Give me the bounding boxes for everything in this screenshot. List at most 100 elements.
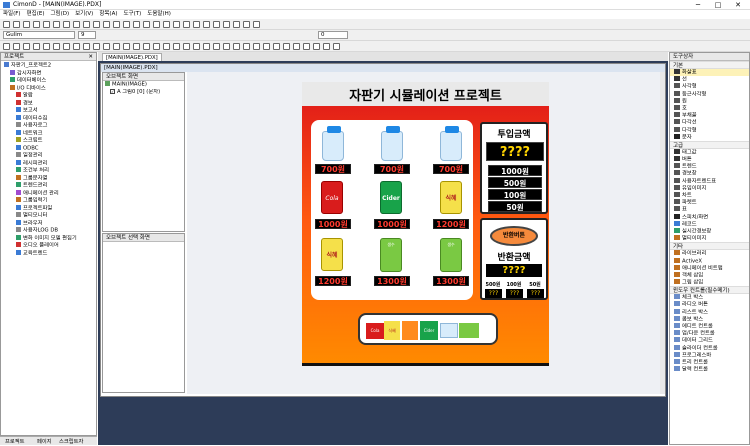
maximize-button[interactable]: □	[708, 0, 728, 10]
project-tree-item[interactable]: 데이터수집	[4, 114, 96, 123]
tool-item[interactable]: 경보창	[670, 170, 749, 177]
section-window-controls[interactable]: 윈도우 컨트롤(필수메기)	[670, 286, 749, 295]
toolbar-button-icon[interactable]	[303, 43, 310, 50]
tool-item[interactable]: 버튼	[670, 156, 749, 163]
toolbar-button-icon[interactable]	[253, 43, 260, 50]
toolbar-button-icon[interactable]	[143, 21, 150, 28]
toolbar-button-icon[interactable]	[73, 21, 80, 28]
toolbar-button-icon[interactable]	[113, 21, 120, 28]
toolbar-button-icon[interactable]	[133, 43, 140, 50]
menu-view[interactable]: 보기(V)	[75, 10, 93, 19]
price-label[interactable]: 1200원	[315, 276, 351, 286]
tool-item[interactable]: 다각선	[670, 119, 749, 126]
doc-tab[interactable]: [MAIN(IMAGE).PDX]	[102, 53, 162, 61]
tool-item[interactable]: 호	[670, 104, 749, 112]
toolbar-button-icon[interactable]	[153, 21, 160, 28]
tool-item[interactable]: 사각형	[670, 83, 749, 90]
toolbar-button-icon[interactable]	[253, 21, 260, 28]
toolbar-button-icon[interactable]	[33, 21, 40, 28]
project-tree-item[interactable]: 자판기_프로젝트2	[4, 62, 96, 70]
toolbar-button-icon[interactable]	[223, 43, 230, 50]
toolbar-button-icon[interactable]	[63, 43, 70, 50]
tool-item[interactable]: 트리 컨트롤	[670, 358, 749, 366]
tool-item[interactable]: 원	[670, 97, 749, 105]
toolbar-button-icon[interactable]	[203, 43, 210, 50]
tool-item[interactable]: 선	[670, 76, 749, 83]
project-tree-item[interactable]: 오디오 플레이어	[4, 242, 96, 250]
tool-item[interactable]: 화살표	[670, 69, 749, 77]
tool-item[interactable]: 업/다운 컨트롤	[670, 330, 749, 337]
price-label[interactable]: 1000원	[315, 219, 351, 229]
project-tree-item[interactable]: 트렌드관리	[4, 182, 96, 190]
toolbar-button-icon[interactable]	[13, 43, 20, 50]
tool-item[interactable]: 유입이미지	[670, 184, 749, 192]
toolbar-button-icon[interactable]	[213, 43, 220, 50]
tool-item[interactable]: 태그값	[670, 148, 749, 156]
toolbar-button-icon[interactable]	[223, 21, 230, 28]
check-icon[interactable]: ✓	[110, 89, 115, 94]
tool-item[interactable]: 파렛트	[670, 199, 749, 206]
project-tree-item[interactable]: 멀티모니터	[4, 212, 96, 220]
project-tree-item[interactable]: 조건부 처리	[4, 167, 96, 175]
tool-item[interactable]: 콤보 박스	[670, 315, 749, 323]
project-tree-item[interactable]: 그룹입력기	[4, 197, 96, 205]
toolbar-button-icon[interactable]	[53, 43, 60, 50]
toolbar-button-icon[interactable]	[213, 21, 220, 28]
toolbar-button-icon[interactable]	[43, 43, 50, 50]
object-list-item[interactable]: ✓ A 그림0 [0] (문자)	[105, 89, 184, 97]
toolbar-button-icon[interactable]	[183, 43, 190, 50]
tool-item[interactable]: 사용자트렌드표	[670, 177, 749, 185]
tool-item[interactable]: 스피치/화면	[670, 213, 749, 221]
tool-item[interactable]: 문자	[670, 133, 749, 141]
toolbar-button-icon[interactable]	[333, 43, 340, 50]
toolbar-button-icon[interactable]	[103, 21, 110, 28]
project-tree-item[interactable]: 브라우저	[4, 219, 96, 228]
project-tree-item[interactable]: 교육트렌드	[4, 249, 96, 258]
project-tree-item[interactable]: 그룹문자열	[4, 174, 96, 183]
toolbar-button-icon[interactable]	[243, 43, 250, 50]
project-tree-item[interactable]: 데이터베이스	[4, 77, 96, 85]
tool-item[interactable]: 차트	[670, 192, 749, 199]
tool-item[interactable]: 객체 삽입	[670, 271, 749, 279]
toolbar-button-icon[interactable]	[283, 43, 290, 50]
toolbar-button-icon[interactable]	[233, 21, 240, 28]
toolbar-button-icon[interactable]	[13, 21, 20, 28]
size-combo[interactable]: 9	[78, 31, 96, 39]
toolbar-button-icon[interactable]	[233, 43, 240, 50]
price-label[interactable]: 1300원	[374, 276, 410, 286]
project-tree-item[interactable]: 일정관리	[4, 152, 96, 160]
toolbar-button-icon[interactable]	[113, 43, 120, 50]
toolbar-button-icon[interactable]	[243, 21, 250, 28]
coin-1000-button[interactable]: 1000원	[488, 165, 542, 176]
toolbar-button-icon[interactable]	[123, 21, 130, 28]
toolbar-button-icon[interactable]	[103, 43, 110, 50]
toolbar-button-icon[interactable]	[53, 21, 60, 28]
tool-item[interactable]: 달력 컨트롤	[670, 366, 749, 373]
tool-item[interactable]: 에디트 컨트롤	[670, 323, 749, 330]
tool-item[interactable]: 데이터 그리드	[670, 337, 749, 344]
toolbar-button-icon[interactable]	[323, 43, 330, 50]
menu-tools[interactable]: 도구(T)	[124, 10, 142, 19]
toolbar-button-icon[interactable]	[193, 43, 200, 50]
price-label[interactable]: 1000원	[374, 219, 410, 229]
toolbar-button-icon[interactable]	[3, 21, 10, 28]
toolbar-button-icon[interactable]	[33, 43, 40, 50]
toolbar-button-icon[interactable]	[293, 43, 300, 50]
toolbar-button-icon[interactable]	[163, 21, 170, 28]
project-tree-item[interactable]: 스크립트	[4, 137, 96, 145]
tool-item[interactable]: 다각형	[670, 126, 749, 134]
project-tree-item[interactable]: 감시자화면	[4, 69, 96, 78]
close-icon[interactable]: ✕	[88, 53, 93, 61]
coin-500-button[interactable]: 500원	[488, 177, 542, 188]
toolbar-button-icon[interactable]	[93, 21, 100, 28]
section-etc[interactable]: 기타	[670, 242, 749, 251]
toolbar-button-icon[interactable]	[123, 43, 130, 50]
price-label[interactable]: 700원	[315, 164, 351, 174]
project-tree-item[interactable]: 사용자LOG DB	[4, 227, 96, 235]
toolbar-button-icon[interactable]	[143, 43, 150, 50]
close-button[interactable]: ✕	[728, 0, 748, 10]
project-tree-item[interactable]: ODBC	[4, 144, 96, 153]
project-tree-item[interactable]: 레시피관리	[4, 159, 96, 168]
coin-50-button[interactable]: 50원	[488, 201, 542, 212]
project-tree-item[interactable]: 경보	[4, 99, 96, 108]
